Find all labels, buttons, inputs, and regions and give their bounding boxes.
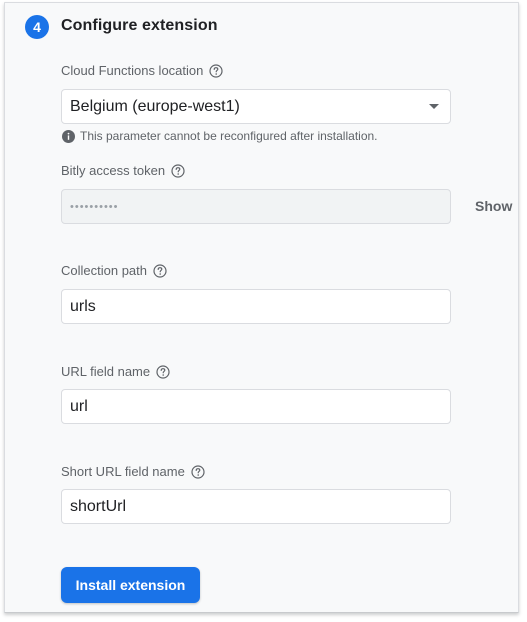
help-icon[interactable] bbox=[153, 263, 167, 278]
info-icon bbox=[62, 129, 75, 143]
collection-path-label-text: Collection path bbox=[61, 263, 147, 278]
url-field-label: URL field name bbox=[61, 364, 170, 379]
location-select[interactable]: Belgium (europe-west1) bbox=[61, 89, 451, 124]
bitly-token-label-text: Bitly access token bbox=[61, 163, 166, 178]
collection-path-label: Collection path bbox=[61, 263, 167, 278]
help-icon[interactable] bbox=[171, 163, 185, 178]
dropdown-arrow-icon[interactable] bbox=[429, 104, 439, 109]
location-note-text: This parameter cannot be reconfigured af… bbox=[80, 129, 378, 143]
bitly-token-field[interactable]: •••••••••• bbox=[61, 189, 451, 224]
help-icon[interactable] bbox=[209, 63, 223, 78]
location-label: Cloud Functions location bbox=[61, 63, 223, 78]
install-extension-button[interactable]: Install extension bbox=[61, 567, 200, 603]
short-url-field-label: Short URL field name bbox=[61, 464, 205, 479]
location-info-note: This parameter cannot be reconfigured af… bbox=[62, 129, 378, 143]
configure-extension-panel: 4 Configure extension Cloud Functions lo… bbox=[4, 2, 519, 613]
help-icon[interactable] bbox=[156, 364, 170, 379]
url-field-input[interactable] bbox=[61, 389, 451, 424]
short-url-field-label-text: Short URL field name bbox=[61, 464, 185, 479]
url-field-label-text: URL field name bbox=[61, 364, 151, 379]
show-token-button[interactable]: Show bbox=[475, 198, 512, 214]
step-number-badge: 4 bbox=[25, 15, 49, 39]
location-label-text: Cloud Functions location bbox=[61, 63, 204, 78]
help-icon[interactable] bbox=[191, 464, 205, 479]
short-url-field-input[interactable] bbox=[61, 489, 451, 524]
location-selected-value: Belgium (europe-west1) bbox=[70, 97, 240, 115]
step-title: Configure extension bbox=[61, 17, 218, 34]
collection-path-input[interactable] bbox=[61, 289, 451, 324]
bitly-token-label: Bitly access token bbox=[61, 163, 185, 178]
bitly-token-masked-value: •••••••••• bbox=[70, 200, 119, 213]
step-number: 4 bbox=[33, 19, 41, 35]
